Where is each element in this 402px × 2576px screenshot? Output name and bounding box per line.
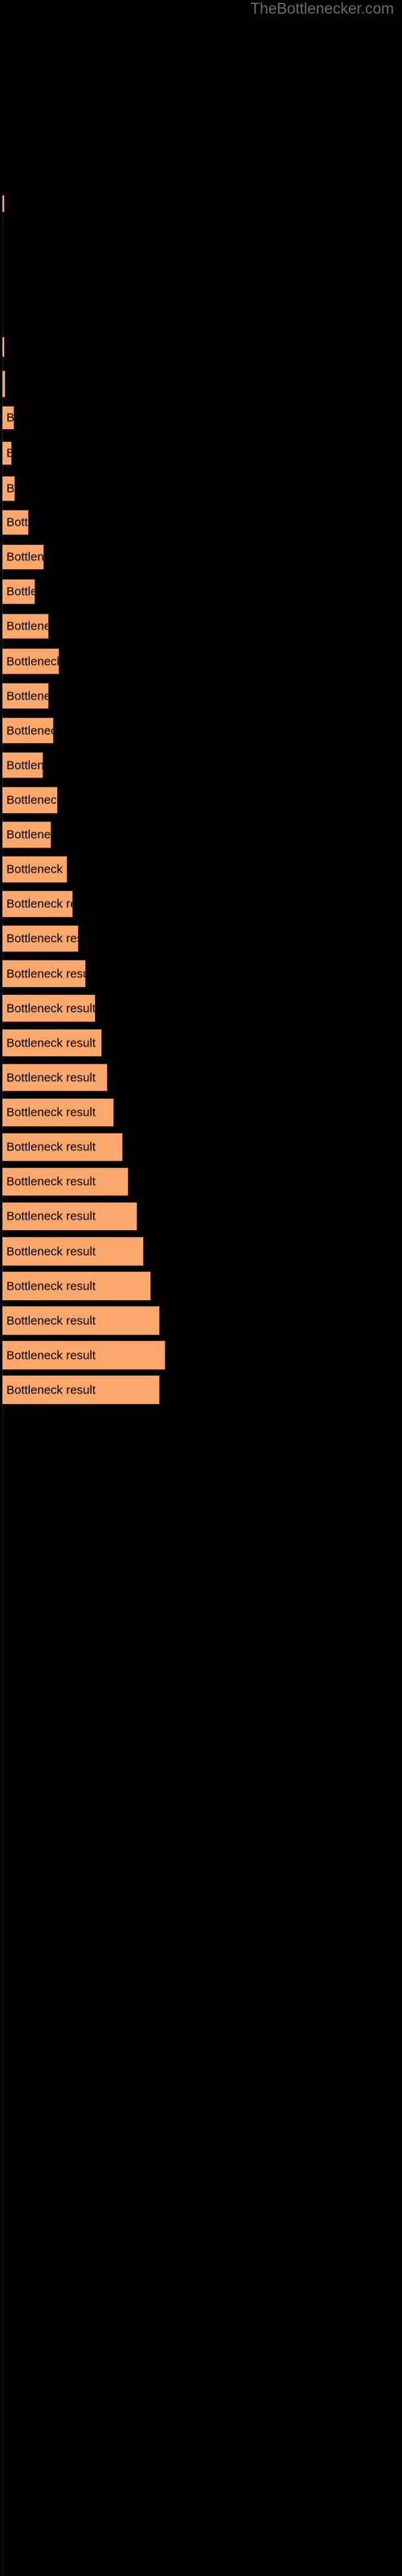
bar[interactable]: Bottleneck result xyxy=(2,613,49,639)
bar[interactable]: Bottleneck result xyxy=(2,579,35,605)
bar[interactable]: Bottleneck result xyxy=(2,1167,129,1196)
bar-label: Bottleneck result xyxy=(6,1001,96,1015)
bar[interactable]: Bottleneck result xyxy=(2,1063,108,1092)
bar-label: Bottleneck result xyxy=(6,1245,96,1258)
bar-label: Bottleneck result xyxy=(6,411,14,425)
bar-label: Bottleneck result xyxy=(6,793,58,807)
bar[interactable]: Bottleneck result xyxy=(2,370,6,398)
bar[interactable]: Bottleneck result xyxy=(2,1029,102,1057)
bar-label: Bottleneck result xyxy=(6,1279,96,1293)
bar-chart-plot-area: Bottleneck result Bottleneck result Bottle… xyxy=(0,0,402,2576)
bar-label: Bottleneck result xyxy=(6,1071,96,1084)
bar-label: Bottleneck result xyxy=(6,1209,96,1224)
bar-label: Bottleneck result xyxy=(6,1174,96,1189)
bar[interactable]: Bottleneck result xyxy=(2,1236,144,1266)
bar[interactable]: Bottleneck result xyxy=(2,476,15,502)
bar-label: Bottleneck result xyxy=(6,515,29,530)
bar[interactable]: Bottleneck result xyxy=(2,1340,166,1370)
bar-label: Bottleneck result xyxy=(6,1105,96,1120)
bar[interactable]: Bottleneck result xyxy=(2,406,14,430)
bar-label: Bottleneck result xyxy=(6,931,78,946)
bar[interactable]: Bottleneck result xyxy=(2,441,12,465)
bar-label: Bottleneck result xyxy=(6,1348,96,1362)
bar[interactable]: Bottleneck result xyxy=(2,752,43,778)
bar[interactable]: Bottleneck result xyxy=(2,1133,123,1162)
bar[interactable]: Bottleneck result xyxy=(2,544,44,570)
bar[interactable]: Bottleneck result xyxy=(2,960,86,988)
bar-label: Bottleneck result xyxy=(6,447,11,460)
bar[interactable]: Bottleneck result xyxy=(2,1306,160,1335)
bar[interactable]: Bottleneck result xyxy=(2,648,59,675)
bar-label: Bottleneck result xyxy=(6,758,43,772)
bar[interactable]: Bottleneck result xyxy=(2,1271,151,1301)
bar-label: Bottleneck result xyxy=(6,619,48,634)
bar-label: Bottleneck result xyxy=(6,1314,96,1327)
bar[interactable]: Bottleneck result xyxy=(2,856,68,883)
bar-label: Bottleneck result xyxy=(6,1036,96,1050)
bar[interactable]: Bottleneck result xyxy=(2,1375,160,1405)
chart-page: TheBottlenecker.com Bottleneck resultBot… xyxy=(0,0,402,2576)
bar[interactable]: Bottleneck result xyxy=(2,717,54,744)
bar[interactable]: Bottleneck result xyxy=(2,195,5,213)
bar-label: Bottleneck result xyxy=(6,897,72,911)
bar-label: Bottleneck result xyxy=(6,584,35,599)
bar[interactable]: Bottleneck result xyxy=(2,925,79,952)
bar[interactable]: Bottleneck result xyxy=(2,510,29,535)
bar-label: Bottleneck result xyxy=(6,654,59,668)
bar-label: Bottleneck result xyxy=(6,481,15,496)
bar-label: Bottleneck result xyxy=(6,862,67,877)
bar-label: Bottleneck result xyxy=(6,1383,96,1397)
bar[interactable]: Bottleneck result xyxy=(2,786,58,814)
bar-label: Bottleneck result xyxy=(6,724,53,737)
bar[interactable]: Bottleneck result xyxy=(2,890,73,918)
bar[interactable]: Bottleneck result xyxy=(2,994,96,1022)
bar-label: Bottleneck result xyxy=(6,1140,96,1154)
bar[interactable]: Bottleneck result xyxy=(2,1098,114,1127)
bar[interactable]: Bottleneck result xyxy=(2,1202,137,1231)
bar-label: Bottleneck result xyxy=(6,550,44,564)
bar[interactable]: Bottleneck result xyxy=(2,821,51,848)
bar[interactable]: Bottleneck result xyxy=(2,683,49,709)
bar-label: Bottleneck result xyxy=(6,689,48,703)
bar[interactable]: Bottleneck result xyxy=(2,336,5,357)
bar-label: Bottleneck result xyxy=(6,967,85,980)
bar-label: Bottleneck result xyxy=(6,828,51,842)
